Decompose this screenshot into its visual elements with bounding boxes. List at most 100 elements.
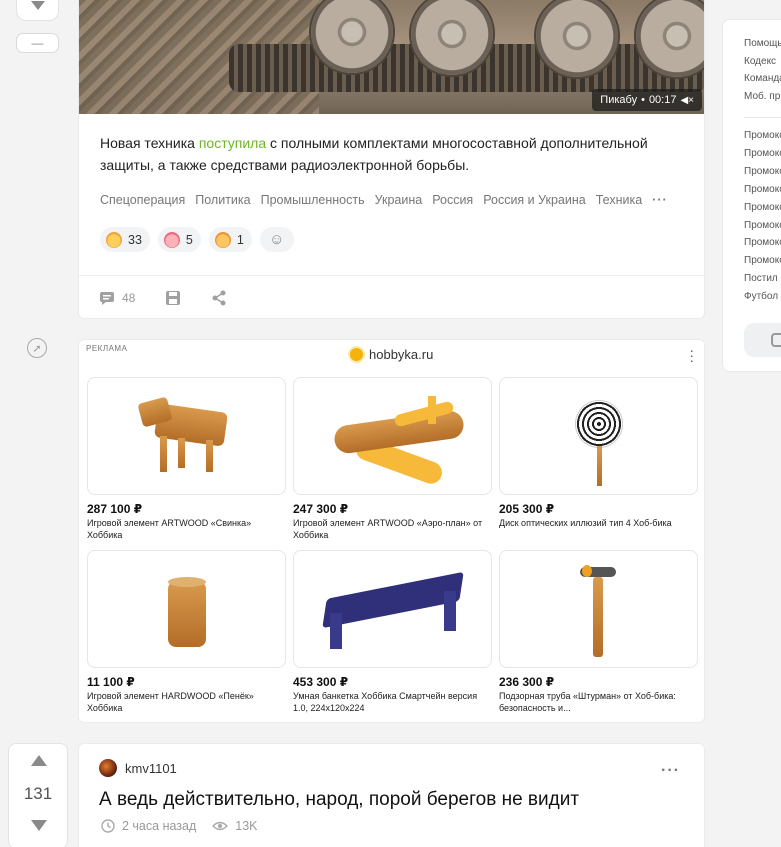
tag[interactable]: Промышленность — [261, 193, 365, 207]
more-vertical-icon[interactable]: · · · — [689, 343, 694, 367]
sidebar-link[interactable]: Промокоды — [744, 181, 781, 199]
product-price: 247 300 ₽ — [293, 502, 349, 516]
clock-icon — [101, 819, 115, 833]
add-reaction-button[interactable]: ☺ — [259, 227, 294, 252]
product-desc: Подзорная труба «Штурман» от Хоб-бика: б… — [499, 691, 676, 713]
divider — [744, 117, 781, 118]
tag[interactable]: Россия и Украина — [483, 193, 586, 207]
sidebar-link[interactable]: Промокоды — [744, 163, 781, 181]
tag[interactable]: Техника — [596, 193, 642, 207]
post-link[interactable]: поступила — [199, 135, 266, 151]
more-options-button[interactable]: ··· — [661, 762, 680, 780]
sidebar: Помощь Кодекс Команда Моб. приложение Пр… — [722, 19, 781, 372]
post-meta: 2 часа назад 13K — [101, 819, 258, 833]
video-badge: Пикабу • 00:17 ◀× — [592, 89, 702, 111]
post-footer: 48 — [79, 275, 704, 318]
product-desc: Игровой элемент ARTWOOD «Свинка» Хоббика — [87, 518, 252, 540]
sidebar-link[interactable]: Кодекс — [744, 53, 781, 71]
reaction-button[interactable]: 33 — [100, 227, 150, 252]
sidebar-link[interactable]: Футбол — [744, 288, 781, 306]
tag[interactable]: Россия — [432, 193, 473, 207]
product-desc: Игровой элемент ARTWOOD «Аэро-план» от Х… — [293, 518, 483, 540]
smart-bench-image — [293, 550, 492, 668]
post-card: kmv1101 ··· А ведь действительно, народ,… — [78, 743, 705, 847]
upvote-icon[interactable] — [31, 755, 47, 766]
reaction-count: 1 — [236, 232, 244, 247]
product-desc: Диск оптических иллюзий тип 4 Хоб-бика — [499, 518, 672, 528]
reaction-button[interactable]: 1 — [208, 227, 252, 252]
add-emoji-icon: ☺ — [269, 231, 285, 248]
sidebar-link[interactable]: Моб. приложение — [744, 88, 781, 106]
comments-button[interactable]: 48 — [99, 291, 135, 305]
share-button[interactable] — [211, 290, 227, 306]
video-source: Пикабу — [600, 94, 638, 106]
spyglass-image — [499, 550, 698, 668]
tag[interactable]: Политика — [195, 193, 250, 207]
video-time: 00:17 — [648, 94, 677, 106]
product-price: 205 300 ₽ — [499, 502, 555, 516]
reaction-count: 5 — [185, 232, 193, 247]
downvote-icon[interactable] — [31, 820, 47, 831]
comments-count: 48 — [122, 291, 136, 305]
volume-muted-icon[interactable]: ◀× — [680, 95, 694, 106]
product-desc: Умная банкетка Хоббика Смартчейн версия … — [293, 691, 478, 713]
author-name: kmv1101 — [125, 760, 177, 776]
ad-product[interactable]: 205 300 ₽ Диск оптических иллюзий тип 4 … — [499, 377, 698, 530]
eye-icon — [212, 821, 229, 831]
tag-list: Спецоперация Политика Промышленность Укр… — [100, 193, 668, 207]
ad-product[interactable]: 11 100 ₽ Игровой элемент HARDWOOD «Пенёк… — [87, 550, 286, 714]
post-title[interactable]: А ведь действительно, народ, порой берег… — [99, 789, 579, 811]
comment-icon — [100, 292, 114, 305]
sidebar-link[interactable]: Промокоды — [744, 217, 781, 235]
tag[interactable]: Украина — [375, 193, 423, 207]
ad-domain[interactable]: hobbyka.ru — [350, 347, 433, 362]
save-button[interactable] — [165, 290, 181, 306]
vk-icon — [771, 333, 781, 347]
laughing-emoji-icon — [106, 231, 122, 248]
sidebar-promo-links: Промокоды Промокоды Промокоды Промокоды … — [744, 127, 781, 306]
reaction-button[interactable]: 5 — [157, 227, 201, 252]
tag[interactable]: Спецоперация — [100, 193, 185, 207]
sidebar-link[interactable]: Промокоды — [744, 145, 781, 163]
wooden-airplane-image — [293, 377, 492, 495]
product-desc: Игровой элемент HARDWOOD «Пенёк» Хоббика — [87, 691, 254, 713]
post-card: Пикабу • 00:17 ◀× Новая техника поступил… — [78, 0, 705, 319]
grin-emoji-icon — [214, 231, 231, 248]
downvote-button[interactable] — [16, 0, 59, 21]
illusion-disc-image — [499, 377, 698, 495]
wooden-pig-image — [87, 377, 286, 495]
sidebar-links: Помощь Кодекс Команда Моб. приложение — [744, 35, 781, 105]
save-icon — [166, 291, 181, 305]
product-price: 11 100 ₽ — [87, 675, 135, 689]
wooden-stump-image — [87, 550, 286, 668]
ad-block[interactable]: РЕКЛАМА hobbyka.ru · · · 287 100 ₽ Игровой… — [78, 339, 705, 723]
ad-product[interactable]: 453 300 ₽ Умная банкетка Хоббика Смартче… — [293, 550, 492, 714]
ad-product[interactable]: 247 300 ₽ Игровой элемент ARTWOOD «Аэро-… — [293, 377, 492, 541]
chevron-down-icon — [30, 0, 45, 10]
author[interactable]: kmv1101 — [99, 759, 177, 777]
sidebar-link[interactable]: Промокоды — [744, 252, 781, 270]
avatar — [99, 759, 117, 777]
reactions: 33 5 1 ☺ — [100, 227, 294, 252]
collapse-button[interactable]: — — [16, 33, 59, 53]
product-price: 453 300 ₽ — [293, 675, 349, 689]
views-count: 13K — [235, 819, 258, 833]
post-text: Новая техника поступила с полными компле… — [100, 135, 648, 173]
sidebar-link[interactable]: Промокоды — [744, 127, 781, 145]
vk-button[interactable] — [744, 323, 781, 357]
compass-icon: ➚ — [27, 338, 47, 358]
vote-box: 131 — [8, 743, 68, 847]
tags-more-button[interactable]: ··· — [652, 193, 668, 207]
sidebar-link[interactable]: Команда — [744, 70, 781, 88]
ad-label: РЕКЛАМА — [86, 344, 128, 353]
product-price: 236 300 ₽ — [499, 675, 555, 689]
product-price: 287 100 ₽ — [87, 502, 143, 516]
video-player[interactable]: Пикабу • 00:17 ◀× — [79, 0, 704, 114]
time-ago: 2 часа назад — [122, 819, 197, 833]
ad-product[interactable]: 287 100 ₽ Игровой элемент ARTWOOD «Свинк… — [87, 377, 286, 541]
sidebar-link[interactable]: Постил — [744, 270, 781, 288]
sidebar-link[interactable]: Помощь — [744, 35, 781, 53]
sidebar-link[interactable]: Промокоды — [744, 199, 781, 217]
ad-product[interactable]: 236 300 ₽ Подзорная труба «Штурман» от Х… — [499, 550, 698, 714]
sidebar-link[interactable]: Промокоды — [744, 234, 781, 252]
